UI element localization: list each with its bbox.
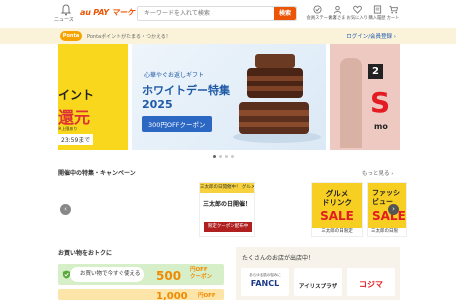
notification-label: ニュース	[54, 17, 74, 23]
carousel-dot[interactable]	[231, 155, 234, 158]
header: ニュース au PAY マーケット 検索 会員ステータス お客さま お気に入り …	[0, 0, 456, 28]
heart-icon	[352, 5, 362, 14]
carousel-prev-button[interactable]: ‹	[60, 204, 71, 215]
login-link-label: ログイン/会員登録	[346, 34, 393, 40]
coupon-banner-unit: 円OFF	[190, 267, 208, 273]
account-icon	[333, 5, 341, 14]
bell-icon[interactable]	[60, 4, 72, 16]
banner-right-foot: mo	[374, 122, 388, 131]
carousel-dots	[213, 155, 243, 159]
banner-main-coupon: 300円OFFクーポン	[142, 116, 212, 132]
campaign-card-line1: ファッシ	[372, 189, 400, 197]
campaign-card-badge: 限定クーポン配布中	[204, 222, 252, 232]
account-label: お客さま	[328, 16, 346, 21]
search-input[interactable]	[138, 7, 276, 20]
store-name: アイリスプラザ	[298, 284, 338, 290]
stores-section-title: たくさんのお店が出店中！	[242, 255, 315, 262]
ponta-logo: Ponta	[60, 31, 82, 41]
login-link[interactable]: ログイン/会員登録 ›	[346, 32, 396, 40]
campaign-card-title: 三太郎の日開催！	[202, 201, 251, 208]
banner-main-title: ホワイトデー特集 2025	[142, 84, 230, 111]
coupon-banner[interactable]: お買い物で今すぐ使える 500 円OFF クーポン	[58, 264, 224, 285]
store-tagline: あらゆる肌の悩みに	[249, 273, 281, 277]
campaign-more-label: もっと見る	[362, 171, 390, 177]
coupon-banner-unit: 円OFF	[198, 293, 216, 299]
banner-points-campaign[interactable]: イント 還元 ※上限あり 23:59まで	[58, 44, 128, 150]
coupon-banner-unit2: クーポン	[190, 274, 213, 280]
account-button[interactable]: お客さま	[326, 5, 348, 21]
coupon-banner-value: 500	[156, 269, 182, 283]
coupon-banner-label: お買い物で今すぐ使える	[70, 267, 144, 282]
cart-icon	[388, 5, 398, 14]
banner-white-day[interactable]: 心華やぐお返しギフト ホワイトデー特集 2025 300円OFFクーポン	[132, 44, 326, 150]
history-icon	[373, 5, 381, 14]
banner-right-sale: S	[370, 86, 391, 119]
deals-section-title: お買い物をおトクに	[58, 250, 113, 257]
coupon-banner[interactable]: 1,000 円OFF	[58, 289, 224, 300]
campaign-section-title: 開催中の特集・キャンペーン	[58, 170, 136, 177]
banner-main-subtitle: 心華やぐお返しギフト	[144, 72, 205, 79]
page: ニュース au PAY マーケット 検索 会員ステータス お客さま お気に入り …	[0, 0, 456, 300]
banner-right-tag: 2	[368, 64, 383, 79]
carousel-next-button[interactable]: ›	[388, 204, 399, 215]
campaign-card-sale: SALE	[320, 209, 354, 223]
status-icon	[312, 5, 322, 14]
carousel-dot[interactable]	[219, 155, 222, 158]
model-figure	[340, 58, 362, 148]
cart-button[interactable]: カート	[382, 5, 404, 21]
store-name: コジマ	[359, 280, 383, 289]
store-name: FANCL	[250, 279, 280, 288]
banner-left-line2: 還元	[58, 108, 91, 127]
favorite-label: お気に入り	[346, 16, 368, 21]
favorite-button[interactable]: お気に入り	[346, 5, 368, 21]
banner-left-deadline: 23:59まで	[58, 134, 94, 145]
points-text[interactable]: Pontaポイントがたまる・つかえる！	[87, 33, 171, 40]
campaign-card[interactable]: 三太郎の日開催中！ グルメ 三太郎の日開催！ 限定クーポン配布中	[199, 182, 255, 237]
carousel-dot[interactable]	[213, 155, 216, 158]
banner-left-line1: イント	[58, 88, 95, 102]
status-label: 会員ステータス	[306, 16, 337, 21]
banner-fashion-sale[interactable]: 2 S mo	[330, 44, 400, 150]
member-status-button[interactable]: 会員ステータス	[306, 5, 337, 21]
search-button[interactable]: 検索	[274, 7, 296, 20]
campaign-card-foot: 三太郎の日限定	[312, 228, 362, 236]
campaign-card-line1: グルメ	[325, 189, 349, 198]
search-box: 検索	[137, 6, 297, 21]
banner-left-note: ※上限あり	[58, 126, 78, 131]
campaign-card[interactable]: ファッシ ビュー SALE 三太郎の日限	[367, 182, 407, 237]
campaign-card[interactable]: グルメ ドリンク SALE 三太郎の日限定	[311, 182, 363, 237]
store-logo-irisplaza[interactable]: アイリスプラザ	[294, 268, 342, 296]
cart-label: カート	[386, 16, 400, 21]
store-logo-fancl[interactable]: あらゆる肌の悩みに FANCL	[241, 268, 289, 296]
campaign-card-top: 三太郎の日開催中！ グルメ	[200, 183, 254, 193]
campaign-card-foot: 三太郎の日限	[368, 228, 406, 236]
campaign-card-line2: ドリンク	[322, 198, 352, 207]
store-logo-kojima[interactable]: コジマ	[347, 268, 395, 296]
campaign-more-link[interactable]: もっと見る ›	[362, 169, 393, 177]
coupon-banner-value: 1,000	[156, 291, 188, 300]
carousel-dot[interactable]	[225, 155, 228, 158]
chocolate-cake-image	[233, 54, 321, 143]
